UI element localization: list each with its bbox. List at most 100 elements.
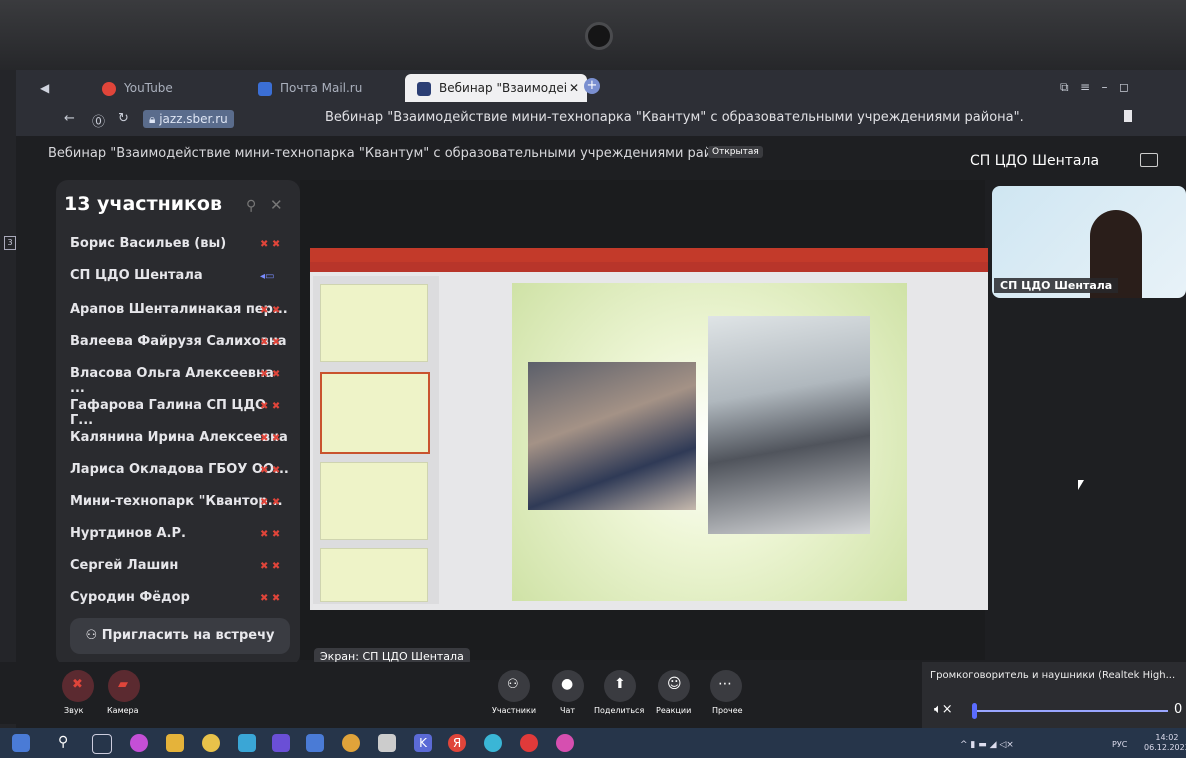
clock-time: 14:02 <box>1155 733 1179 742</box>
participants-icon: ⚇ <box>507 677 519 692</box>
slide-photo-robotics <box>708 316 870 534</box>
powerpoint-ribbon <box>310 262 988 272</box>
app-icon[interactable] <box>342 734 360 752</box>
muted-mic-icon: ✖ ✖ <box>260 369 281 380</box>
share-button[interactable]: ⬆ <box>604 670 636 702</box>
app-icon[interactable] <box>272 734 290 752</box>
tray-icons[interactable]: ^ ▮ ▬ ◢ ◁× <box>960 740 1014 750</box>
muted-mic-icon: ✖ ✖ <box>260 561 281 572</box>
taskbar-clock[interactable]: 14:02 06.12.2023 <box>1144 733 1186 753</box>
participant-name: Калянина Ирина Алексеевна <box>70 430 288 445</box>
windows-start-icon[interactable] <box>12 734 30 752</box>
search-icon[interactable]: ⚲ <box>58 734 76 752</box>
slide-thumbnail[interactable] <box>320 462 428 540</box>
k-app-icon[interactable]: K <box>414 734 432 752</box>
participant-row[interactable]: СП ЦДО Шентала ◂▭ <box>70 268 290 290</box>
slide-thumbnail-selected[interactable] <box>320 372 430 454</box>
close-icon[interactable]: ✕ <box>270 196 283 214</box>
participant-row[interactable]: Сергей Лашин ✖ ✖ <box>70 558 290 580</box>
participant-row[interactable]: Арапов Шенталинакая пер... ✖ ✖ <box>70 302 290 324</box>
yandex-icon[interactable]: ⓪ <box>92 111 105 130</box>
muted-mic-icon: ✖ ✖ <box>260 593 281 604</box>
powerpoint-titlebar <box>310 248 988 262</box>
participants-title: 13 участников <box>64 193 222 215</box>
reactions-button[interactable]: ☺ <box>658 670 690 702</box>
more-button[interactable]: ⋯ <box>710 670 742 702</box>
app-icon[interactable] <box>378 734 396 752</box>
tab-label: Почта Mail.ru <box>280 81 363 95</box>
app-icon[interactable] <box>556 734 574 752</box>
tab-youtube[interactable]: YouTube <box>102 74 173 102</box>
opera-icon[interactable] <box>520 734 538 752</box>
volume-slider[interactable] <box>974 710 1168 712</box>
participant-name: Сергей Лашин <box>70 558 179 573</box>
volume-muted-icon[interactable]: 🔈︎× <box>934 702 953 717</box>
audio-device-name: Громкоговоритель и наушники (Realtek Hig… <box>930 670 1176 681</box>
reactions-label: Реакции <box>656 706 692 715</box>
speaker-icon: ◂▭ <box>260 271 275 282</box>
tab-mail[interactable]: Почта Mail.ru <box>258 74 362 102</box>
participant-row[interactable]: Мини-технопарк "Квантор... ✖ ✖ <box>70 494 290 516</box>
tab-label: YouTube <box>124 81 173 95</box>
volume-value: 0 <box>1174 702 1183 717</box>
lock-icon: 🔒︎ <box>149 112 160 126</box>
open-badge: Открытая <box>708 146 763 158</box>
close-tab-icon[interactable]: ✕ <box>569 74 579 102</box>
slide-thumbnail[interactable] <box>320 548 428 602</box>
clock-date: 06.12.2023 <box>1144 743 1186 752</box>
slide-thumbnail[interactable] <box>320 284 428 362</box>
app-icon[interactable] <box>130 734 148 752</box>
muted-mic-icon: ✖ ✖ <box>260 337 281 348</box>
rail-badge-icon[interactable]: 3 <box>4 236 16 250</box>
browser-side-rail <box>0 70 16 730</box>
store-icon[interactable] <box>238 734 256 752</box>
participant-row[interactable]: Нуртдинов А.Р. ✖ ✖ <box>70 526 290 548</box>
participants-button[interactable]: ⚇ <box>498 670 530 702</box>
participant-row[interactable]: Гафарова Галина СП ЦДО Г... ✖ ✖ <box>70 398 290 428</box>
url-field[interactable]: 🔒︎ jazz.sber.ru <box>143 110 234 128</box>
more-label: Прочее <box>712 706 743 715</box>
tab-webinar[interactable]: Вебинар "Взаимодеі ✕ <box>405 74 587 102</box>
camera-off-icon: ▰ <box>118 677 128 692</box>
participant-row[interactable]: Лариса Окладова ГБОУ ОО... ✖ ✖ <box>70 462 290 484</box>
yandex-browser-icon[interactable] <box>202 734 220 752</box>
webinar-title: Вебинар "Взаимодействие мини-технопарка … <box>48 146 747 161</box>
participant-row[interactable]: Суродин Фёдор ✖ ✖ <box>70 590 290 612</box>
invite-button[interactable]: ⚇ Пригласить на встречу <box>70 618 290 654</box>
back-arrow-icon[interactable]: ← <box>64 111 75 126</box>
keyboard-language[interactable]: РУС <box>1112 740 1127 749</box>
muted-mic-icon: ✖ ✖ <box>260 497 281 508</box>
new-tab-icon[interactable]: + <box>584 78 600 94</box>
mic-off-button[interactable]: ✖ <box>62 670 94 702</box>
webcam <box>585 22 613 50</box>
participant-name: Нуртдинов А.Р. <box>70 526 186 541</box>
participant-row[interactable]: Власова Ольга Алексеевна ... ✖ ✖ <box>70 366 290 396</box>
invite-label: Пригласить на встречу <box>101 628 275 643</box>
chat-button[interactable]: ● <box>552 670 584 702</box>
back-tab-icon[interactable]: ◀ <box>40 74 49 102</box>
share-label: Поделиться <box>594 706 645 715</box>
bookmark-icon[interactable] <box>1124 110 1132 122</box>
reload-icon[interactable]: ↻ <box>118 111 129 126</box>
layout-icon[interactable] <box>1140 153 1158 167</box>
muted-mic-icon: ✖ ✖ <box>260 239 281 250</box>
yandex-app-icon[interactable]: Я <box>448 734 466 752</box>
muted-mic-icon: ✖ ✖ <box>260 433 281 444</box>
participant-row[interactable]: Борис Васильев (вы) ✖ ✖ <box>70 236 290 258</box>
participant-name: СП ЦДО Шентала <box>70 268 203 283</box>
url-text: jazz.sber.ru <box>159 112 228 126</box>
folder-icon[interactable] <box>166 734 184 752</box>
task-view-icon[interactable] <box>92 734 112 754</box>
muted-mic-icon: ✖ ✖ <box>260 401 281 412</box>
participant-row[interactable]: Валеева Файрузя Салиховна ✖ ✖ <box>70 334 290 356</box>
window-controls[interactable]: ⧉ ≡ – ◻ <box>1060 80 1129 95</box>
sound-label: Звук <box>64 706 84 715</box>
mail-app-icon[interactable] <box>306 734 324 752</box>
camera-off-button[interactable]: ▰ <box>108 670 140 702</box>
chrome-icon[interactable] <box>484 734 502 752</box>
youtube-icon <box>102 81 116 96</box>
participant-row[interactable]: Калянина Ирина Алексеевна ✖ ✖ <box>70 430 290 452</box>
search-icon[interactable]: ⚲ <box>246 198 256 214</box>
volume-slider-knob[interactable] <box>972 703 977 719</box>
add-user-icon: ⚇ <box>85 628 102 643</box>
